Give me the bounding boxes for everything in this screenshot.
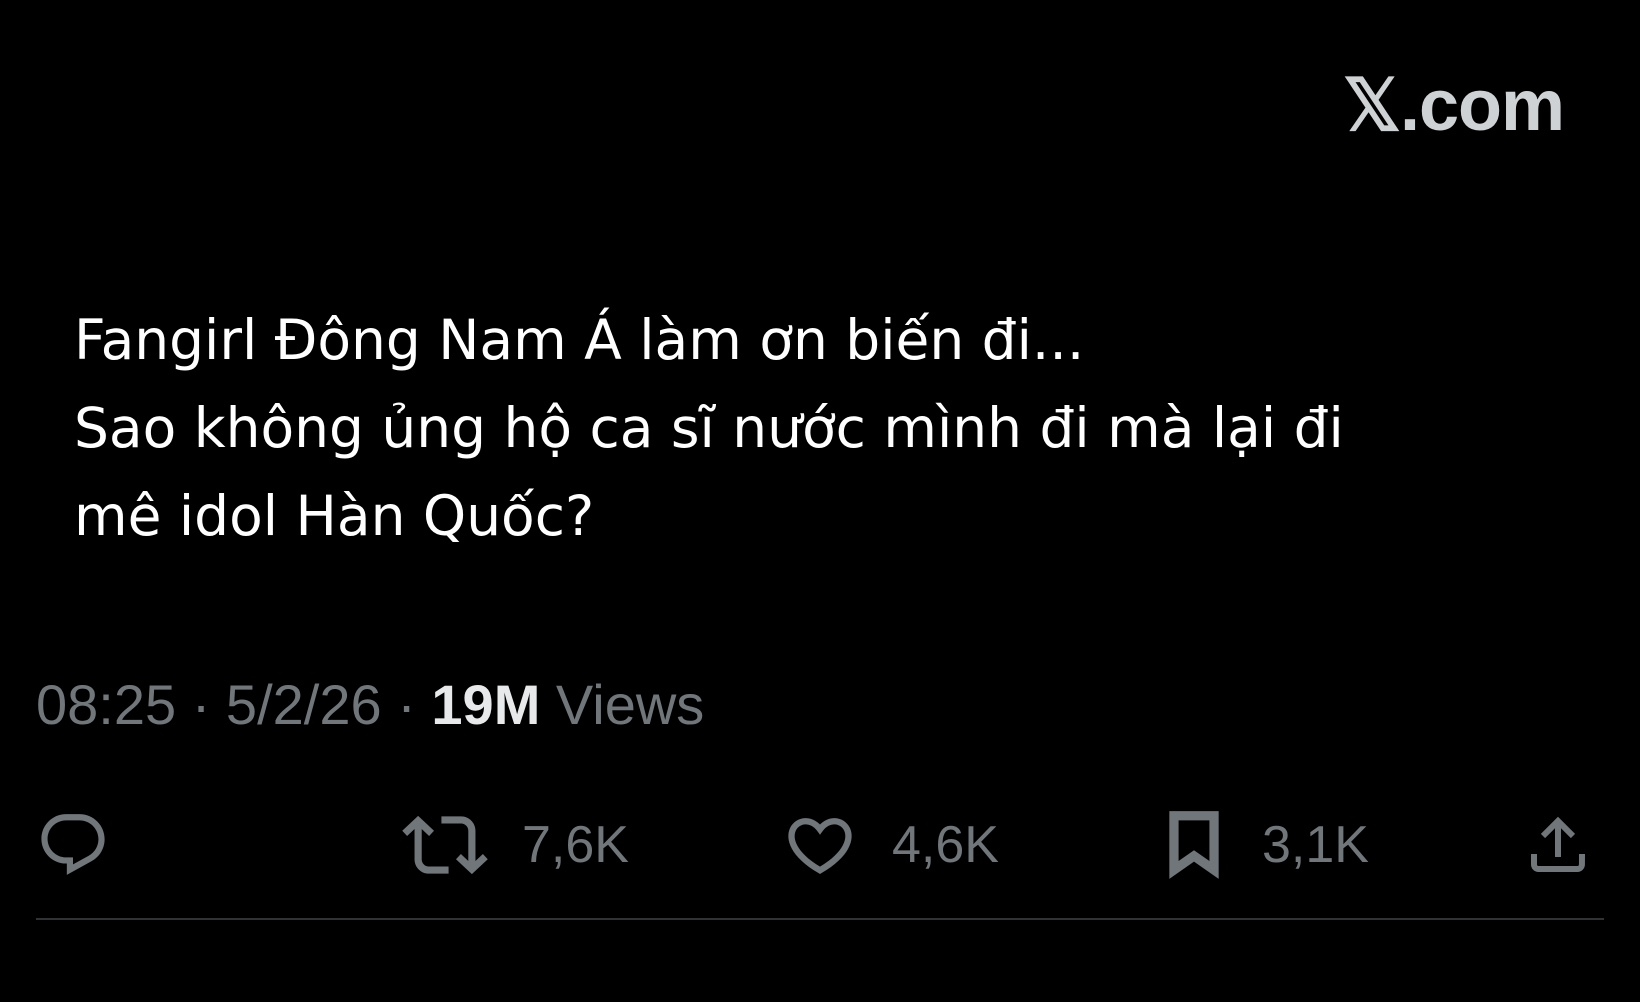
tweet-time[interactable]: 08:25 — [36, 673, 176, 736]
x-com-watermark: 𝕏.com — [1342, 66, 1565, 146]
meta-separator: · — [397, 673, 416, 736]
views-label: Views — [555, 673, 705, 736]
repost-button[interactable]: 7,6K — [402, 800, 629, 890]
repost-count: 7,6K — [522, 816, 629, 874]
tweet-line-3: mê idol Hàn Quốc? — [74, 484, 595, 548]
like-button[interactable]: 4,6K — [782, 800, 999, 890]
reply-button[interactable] — [36, 800, 110, 890]
bookmark-button[interactable]: 3,1K — [1160, 800, 1369, 890]
tweet-meta: 08:25 · 5/2/26 · 19M Views — [36, 670, 704, 740]
tweet-text: Fangirl Đông Nam Á làm ơn biến đi... Sao… — [74, 296, 1554, 560]
tweet-date[interactable]: 5/2/26 — [226, 673, 382, 736]
bookmark-count: 3,1K — [1262, 816, 1369, 874]
divider — [36, 918, 1604, 920]
share-button[interactable] — [1522, 800, 1594, 890]
tweet-line-1: Fangirl Đông Nam Á làm ơn biến đi... — [74, 308, 1085, 372]
share-icon — [1522, 809, 1594, 881]
like-count: 4,6K — [892, 816, 999, 874]
bookmark-icon — [1160, 808, 1228, 882]
repost-icon — [402, 802, 488, 888]
views-count: 19M — [431, 673, 541, 736]
reply-icon — [36, 808, 110, 882]
heart-icon — [782, 807, 858, 883]
tweet-line-2: Sao không ủng hộ ca sĩ nước mình đi mà l… — [74, 396, 1344, 460]
tweet-action-bar: 7,6K 4,6K 3,1K — [36, 800, 1604, 890]
meta-separator: · — [191, 673, 211, 736]
